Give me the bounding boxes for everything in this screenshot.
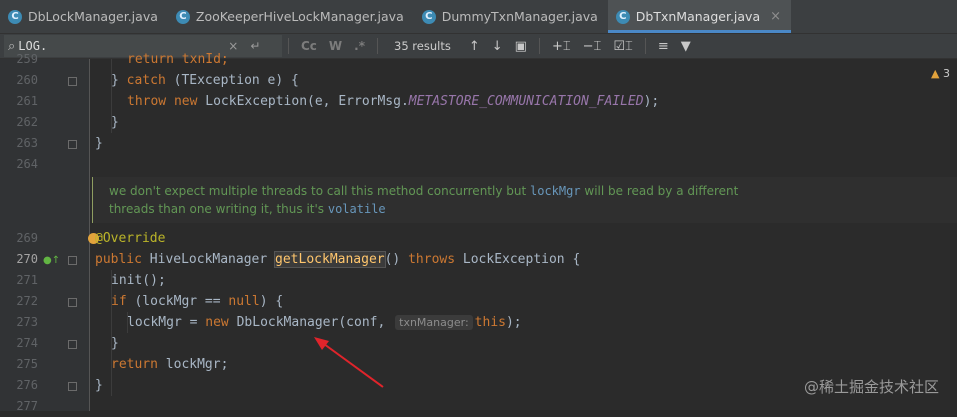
regex-toggle[interactable]: .* [354,39,365,53]
filter-options-icon[interactable]: ≡ [658,39,669,54]
java-class-icon: C [175,9,190,24]
select-all-occurrences-icon[interactable]: ▣ [515,39,527,54]
arrow-head [314,337,329,350]
clear-icon[interactable]: × [228,39,238,53]
tab-label: DummyTxnManager.java [441,9,598,24]
divider [377,38,379,54]
editor-tabs: C DbLockManager.java C ZooKeeperHiveLockMa… [0,0,957,34]
arrow-down-icon[interactable]: ↓ [492,39,503,54]
divider [538,38,540,54]
tab-dbtxnmanager[interactable]: C DbTxnManager.java × [607,0,792,33]
arrow-shaft [323,343,384,388]
select-all-matches-icon[interactable]: ☑⌶ [613,39,632,54]
annotation-arrow [314,337,384,388]
tab-label: DbTxnManager.java [635,9,761,24]
filter-icon[interactable]: ▼ [681,39,691,54]
divider [288,38,289,54]
java-class-icon: C [8,9,22,24]
add-occurrence-icon[interactable]: +⌶ [552,39,571,54]
tab-zookeeperhivelockmanager[interactable]: C ZooKeeperHiveLockManager.java [168,0,414,33]
tab-label: ZooKeeperHiveLockManager.java [195,9,404,24]
tab-label: DbLockManager.java [28,9,158,24]
remove-occurrence-icon[interactable]: −⌶ [583,39,602,54]
replace-history-icon[interactable]: ↵ [250,39,260,53]
results-count: 35 results [394,39,451,53]
match-case-toggle[interactable]: Cc [301,39,317,53]
arrow-up-icon[interactable]: ↑ [469,39,480,54]
java-class-icon: C [421,9,436,24]
watermark: @稀土掘金技术社区 [803,378,939,396]
code-editor[interactable]: 259 260 261 262 263 264 269 270 271 272 … [0,52,957,413]
close-icon[interactable]: × [770,9,781,24]
java-class-icon: C [615,9,630,24]
tab-dblockmanager[interactable]: C DbLockManager.java [0,0,168,33]
whole-words-toggle[interactable]: W [329,39,342,53]
tab-dummytxnmanager[interactable]: C DummyTxnManager.java [414,0,608,33]
divider [644,38,646,54]
